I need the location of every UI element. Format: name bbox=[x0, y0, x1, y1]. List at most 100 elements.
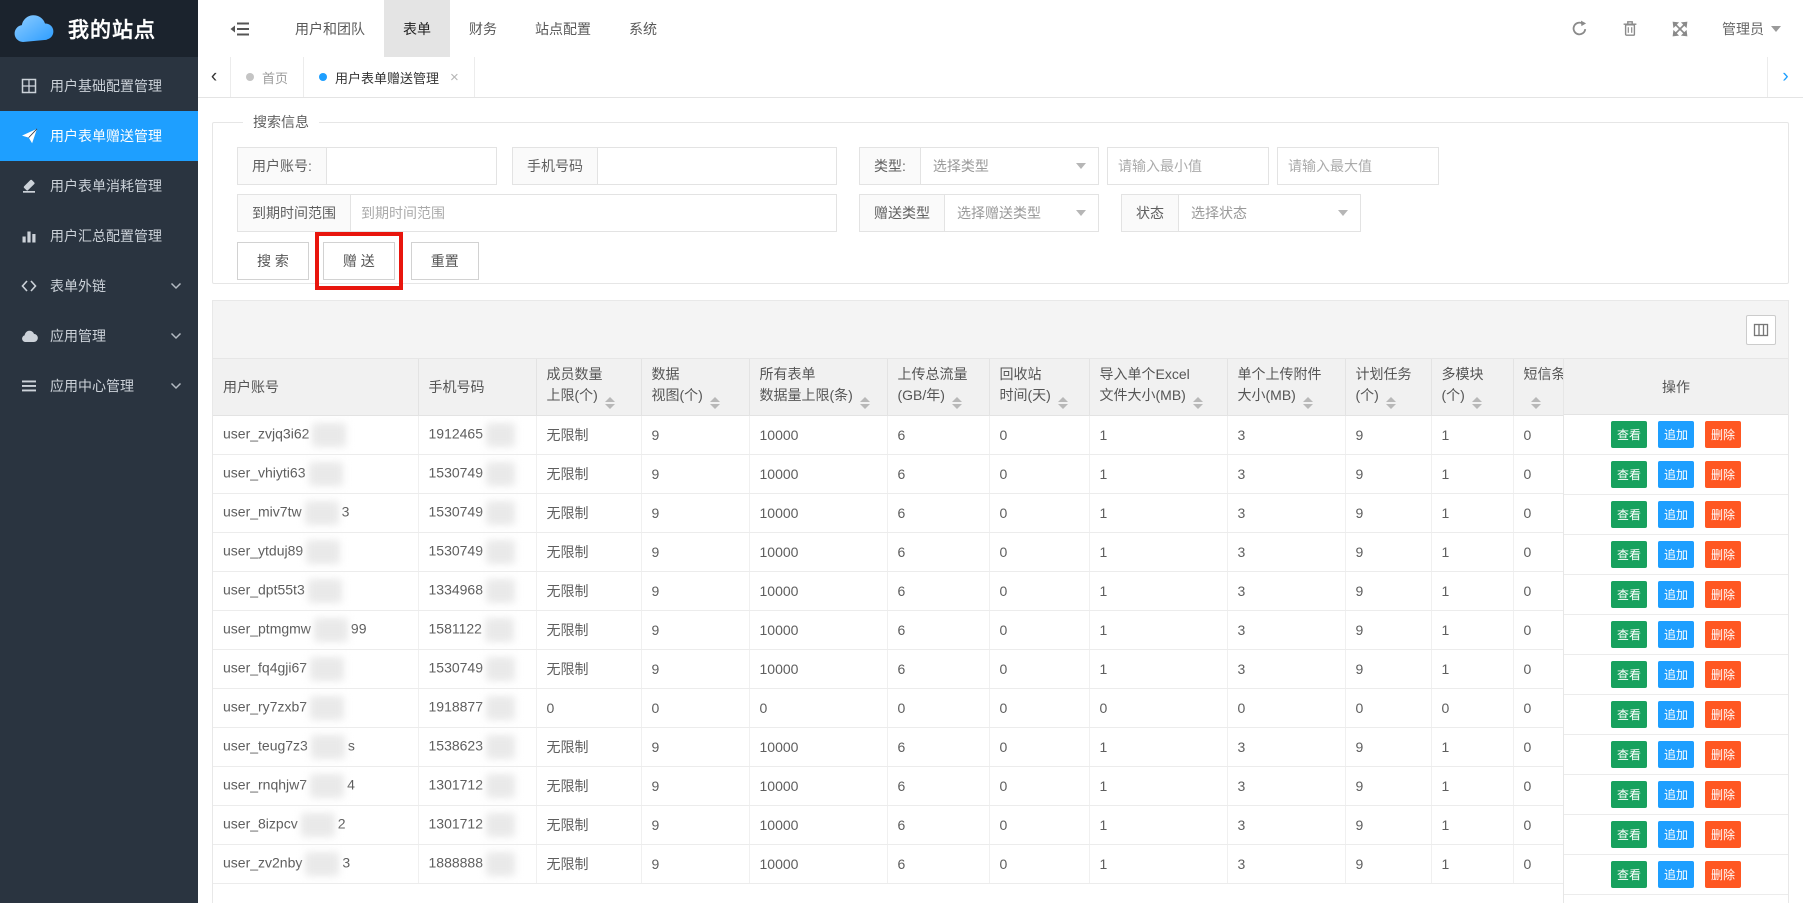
min-value-input[interactable] bbox=[1107, 147, 1269, 185]
top-nav-item-站点配置[interactable]: 站点配置 bbox=[516, 0, 610, 57]
app-logo[interactable]: 我的站点 bbox=[0, 0, 198, 57]
table-row: user_ytduj891530749无限制9100006013910 bbox=[213, 532, 1789, 571]
append-button[interactable]: 追加 bbox=[1658, 421, 1694, 448]
fullscreen-icon[interactable] bbox=[1672, 21, 1688, 37]
delete-button[interactable]: 删除 bbox=[1705, 821, 1741, 848]
refresh-icon[interactable] bbox=[1571, 20, 1588, 37]
table-row: user_vhiyti631530749无限制9100006013910 bbox=[213, 454, 1789, 493]
delete-button[interactable]: 删除 bbox=[1705, 581, 1741, 608]
columns-grid-icon[interactable] bbox=[1746, 315, 1776, 345]
sidebar-item-表单外链[interactable]: 表单外链 bbox=[0, 261, 198, 311]
sort-icon[interactable] bbox=[710, 397, 720, 409]
view-button[interactable]: 查看 bbox=[1611, 861, 1647, 888]
gift-type-select[interactable]: 选择赠送类型 bbox=[945, 195, 1098, 231]
delete-button[interactable]: 删除 bbox=[1705, 541, 1741, 568]
append-button[interactable]: 追加 bbox=[1658, 821, 1694, 848]
view-button[interactable]: 查看 bbox=[1611, 421, 1647, 448]
actions-row: 查看追加删除 bbox=[1564, 855, 1788, 895]
view-button[interactable]: 查看 bbox=[1611, 461, 1647, 488]
top-nav-item-用户和团队[interactable]: 用户和团队 bbox=[276, 0, 384, 57]
view-button[interactable]: 查看 bbox=[1611, 741, 1647, 768]
append-button[interactable]: 追加 bbox=[1658, 661, 1694, 688]
phone-input[interactable] bbox=[598, 148, 836, 184]
close-tab-icon[interactable]: × bbox=[450, 70, 459, 85]
append-button[interactable]: 追加 bbox=[1658, 621, 1694, 648]
column-header-单个上传附件[interactable]: 单个上传附件大小(MB) bbox=[1227, 359, 1345, 415]
reset-button[interactable]: 重置 bbox=[411, 242, 479, 280]
append-button[interactable]: 追加 bbox=[1658, 541, 1694, 568]
sidebar-item-用户表单赠送管理[interactable]: 用户表单赠送管理 bbox=[0, 111, 198, 161]
sort-icon[interactable] bbox=[952, 397, 962, 409]
search-button[interactable]: 搜 索 bbox=[237, 242, 309, 280]
append-button[interactable]: 追加 bbox=[1658, 581, 1694, 608]
sort-icon[interactable] bbox=[1303, 397, 1313, 409]
actions-row: 查看追加删除 bbox=[1564, 615, 1788, 655]
column-header-多模块[interactable]: 多模块(个) bbox=[1431, 359, 1513, 415]
cell-value: 9 bbox=[1345, 532, 1431, 571]
view-button[interactable]: 查看 bbox=[1611, 661, 1647, 688]
delete-button[interactable]: 删除 bbox=[1705, 861, 1741, 888]
cell-value: 0 bbox=[749, 688, 887, 727]
menu-toggle-icon[interactable] bbox=[230, 21, 250, 37]
top-nav-item-财务[interactable]: 财务 bbox=[450, 0, 516, 57]
account-input[interactable] bbox=[327, 148, 496, 184]
sort-icon[interactable] bbox=[1472, 397, 1482, 409]
append-button[interactable]: 追加 bbox=[1658, 701, 1694, 728]
sort-icon[interactable] bbox=[605, 397, 615, 409]
expire-range-input[interactable] bbox=[351, 195, 836, 231]
delete-button[interactable]: 删除 bbox=[1705, 621, 1741, 648]
view-button[interactable]: 查看 bbox=[1611, 781, 1647, 808]
max-value-input[interactable] bbox=[1277, 147, 1439, 185]
delete-button[interactable]: 删除 bbox=[1705, 741, 1741, 768]
view-button[interactable]: 查看 bbox=[1611, 701, 1647, 728]
append-button[interactable]: 追加 bbox=[1658, 501, 1694, 528]
append-button[interactable]: 追加 bbox=[1658, 741, 1694, 768]
column-header-计划任务[interactable]: 计划任务(个) bbox=[1345, 359, 1431, 415]
delete-button[interactable]: 删除 bbox=[1705, 501, 1741, 528]
tab-用户表单赠送管理[interactable]: 用户表单赠送管理 × bbox=[304, 57, 475, 97]
append-button[interactable]: 追加 bbox=[1658, 861, 1694, 888]
chevron-left-icon[interactable]: ‹ bbox=[198, 57, 230, 97]
delete-button[interactable]: 删除 bbox=[1705, 781, 1741, 808]
delete-button[interactable]: 删除 bbox=[1705, 421, 1741, 448]
tab-首页[interactable]: 首页 bbox=[231, 57, 304, 97]
sidebar-item-用户基础配置管理[interactable]: 用户基础配置管理 bbox=[0, 61, 198, 111]
top-nav-item-表单[interactable]: 表单 bbox=[384, 0, 450, 57]
view-button[interactable]: 查看 bbox=[1611, 621, 1647, 648]
sort-icon[interactable] bbox=[1193, 397, 1203, 409]
type-select[interactable]: 选择类型 bbox=[921, 148, 1098, 184]
sort-icon[interactable] bbox=[1386, 397, 1396, 409]
chevron-right-icon[interactable]: › bbox=[1767, 57, 1803, 97]
type-label: 类型: bbox=[860, 148, 921, 184]
view-button[interactable]: 查看 bbox=[1611, 821, 1647, 848]
append-button[interactable]: 追加 bbox=[1658, 461, 1694, 488]
sidebar-item-应用管理[interactable]: 应用管理 bbox=[0, 311, 198, 361]
delete-button[interactable]: 删除 bbox=[1705, 661, 1741, 688]
column-header-成员数量[interactable]: 成员数量上限(个) bbox=[536, 359, 641, 415]
type-select-value: 选择类型 bbox=[933, 156, 989, 176]
column-header-所有表单[interactable]: 所有表单数据量上限(条) bbox=[749, 359, 887, 415]
trash-icon[interactable] bbox=[1622, 20, 1638, 37]
gift-button[interactable]: 赠 送 bbox=[323, 242, 395, 280]
sidebar-item-用户表单消耗管理[interactable]: 用户表单消耗管理 bbox=[0, 161, 198, 211]
delete-button[interactable]: 删除 bbox=[1705, 461, 1741, 488]
column-header-导入单个Excel[interactable]: 导入单个Excel文件大小(MB) bbox=[1089, 359, 1227, 415]
sort-icon[interactable] bbox=[860, 397, 870, 409]
delete-button[interactable]: 删除 bbox=[1705, 701, 1741, 728]
view-button[interactable]: 查看 bbox=[1611, 501, 1647, 528]
user-menu[interactable]: 管理员 bbox=[1722, 19, 1781, 39]
column-header-回收站[interactable]: 回收站时间(天) bbox=[989, 359, 1089, 415]
column-header-上传总流量[interactable]: 上传总流量(GB/年) bbox=[887, 359, 989, 415]
sidebar-item-应用中心管理[interactable]: 应用中心管理 bbox=[0, 361, 198, 411]
append-button[interactable]: 追加 bbox=[1658, 781, 1694, 808]
view-button[interactable]: 查看 bbox=[1611, 541, 1647, 568]
status-select[interactable]: 选择状态 bbox=[1179, 195, 1360, 231]
column-header-数据[interactable]: 数据视图(个) bbox=[641, 359, 749, 415]
sort-icon[interactable] bbox=[1058, 397, 1068, 409]
top-nav-item-系统[interactable]: 系统 bbox=[610, 0, 676, 57]
sidebar-item-用户汇总配置管理[interactable]: 用户汇总配置管理 bbox=[0, 211, 198, 261]
cell-value: 10000 bbox=[749, 727, 887, 766]
view-button[interactable]: 查看 bbox=[1611, 581, 1647, 608]
sort-icon[interactable] bbox=[1531, 397, 1541, 409]
sidebar-item-label: 用户表单赠送管理 bbox=[50, 126, 162, 146]
